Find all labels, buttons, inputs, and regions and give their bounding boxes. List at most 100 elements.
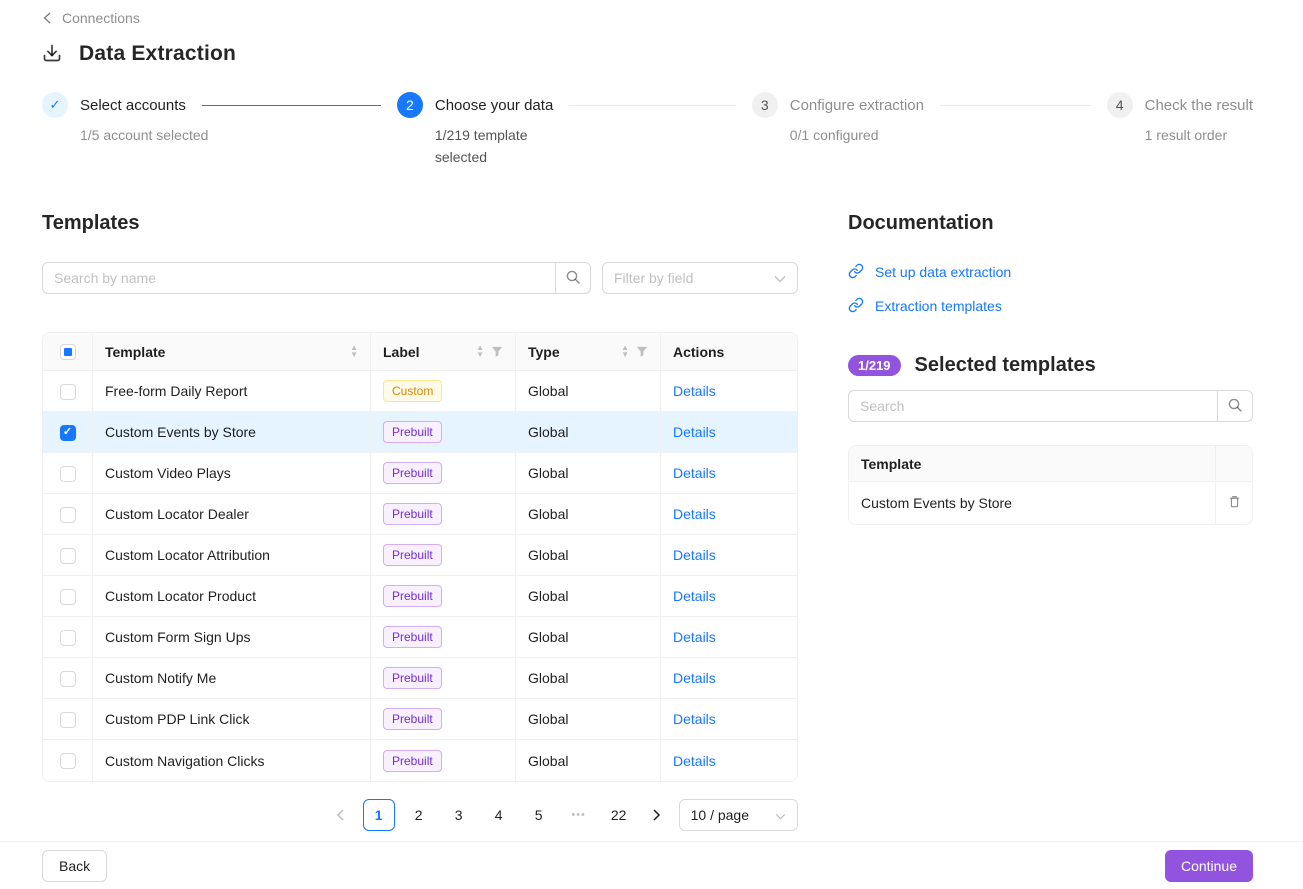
- column-label: Type: [528, 344, 560, 360]
- pagination-ellipsis[interactable]: •••: [563, 799, 595, 831]
- pagination-page[interactable]: 3: [443, 799, 475, 831]
- select-all-checkbox[interactable]: [60, 344, 76, 360]
- templates-search-input[interactable]: [42, 262, 555, 294]
- step-title: Select accounts: [80, 97, 186, 114]
- pagination-page[interactable]: 22: [603, 799, 635, 831]
- details-link[interactable]: Details: [673, 588, 716, 604]
- step-title: Configure extraction: [790, 97, 924, 114]
- template-type: Global: [516, 494, 661, 535]
- details-link[interactable]: Details: [673, 629, 716, 645]
- templates-search-button[interactable]: [555, 262, 591, 294]
- details-link[interactable]: Details: [673, 670, 716, 686]
- pagination-page[interactable]: 1: [363, 799, 395, 831]
- pagination-page[interactable]: 5: [523, 799, 555, 831]
- filter-placeholder: Filter by field: [614, 270, 693, 286]
- row-checkbox[interactable]: [60, 671, 76, 687]
- table-row[interactable]: Custom PDP Link Click Prebuilt Global De…: [43, 699, 798, 740]
- table-row[interactable]: Custom Video Plays Prebuilt Global Detai…: [43, 453, 798, 494]
- details-link[interactable]: Details: [673, 506, 716, 522]
- step-connector: [569, 105, 735, 106]
- row-checkbox[interactable]: [60, 466, 76, 482]
- breadcrumb-label: Connections: [62, 10, 140, 26]
- row-checkbox[interactable]: [60, 753, 76, 769]
- template-type: Global: [516, 371, 661, 412]
- row-checkbox[interactable]: [60, 384, 76, 400]
- row-checkbox[interactable]: [60, 589, 76, 605]
- table-row[interactable]: Custom Navigation Clicks Prebuilt Global…: [43, 740, 798, 781]
- chevron-down-icon: [774, 270, 786, 286]
- template-name: Custom Locator Attribution: [93, 535, 371, 576]
- details-link[interactable]: Details: [673, 465, 716, 481]
- step-description: 1/5 account selected: [80, 124, 397, 146]
- label-tag: Prebuilt: [383, 544, 442, 566]
- pagination-page[interactable]: 4: [483, 799, 515, 831]
- step-configure-extraction[interactable]: 3 Configure extraction 0/1 configured: [752, 92, 1107, 168]
- wizard-footer: Back Continue: [0, 841, 1303, 889]
- step-choose-data[interactable]: 2 Choose your data 1/219 template select…: [397, 92, 752, 168]
- pagination-prev[interactable]: [327, 799, 355, 831]
- column-header-template[interactable]: Template ▲▼: [93, 333, 371, 371]
- row-checkbox[interactable]: [60, 507, 76, 523]
- template-name: Custom Events by Store: [93, 412, 371, 453]
- sort-icon[interactable]: ▲▼: [621, 345, 629, 358]
- row-checkbox[interactable]: [60, 425, 76, 441]
- selected-search-input[interactable]: [848, 390, 1217, 422]
- details-link[interactable]: Details: [673, 711, 716, 727]
- template-type: Global: [516, 453, 661, 494]
- table-row[interactable]: Custom Locator Dealer Prebuilt Global De…: [43, 494, 798, 535]
- table-row[interactable]: Custom Events by Store Prebuilt Global D…: [43, 412, 798, 453]
- documentation-heading: Documentation: [848, 212, 1253, 235]
- table-row[interactable]: Custom Notify Me Prebuilt Global Details: [43, 658, 798, 699]
- download-icon: [42, 43, 62, 66]
- sort-icon[interactable]: ▲▼: [350, 345, 358, 358]
- column-header-type[interactable]: Type ▲▼: [516, 333, 661, 371]
- row-checkbox[interactable]: [60, 548, 76, 564]
- page-size-select[interactable]: 10 / page: [679, 799, 798, 831]
- template-name: Custom Locator Dealer: [93, 494, 371, 535]
- pagination-next[interactable]: [643, 799, 671, 831]
- row-checkbox[interactable]: [60, 712, 76, 728]
- selected-search-button[interactable]: [1217, 390, 1253, 422]
- label-tag: Prebuilt: [383, 626, 442, 648]
- table-row[interactable]: Free-form Daily Report Custom Global Det…: [43, 371, 798, 412]
- column-header-label[interactable]: Label ▲▼: [371, 333, 516, 371]
- selected-column-actions: [1215, 446, 1252, 481]
- selected-templates-search: [848, 390, 1253, 422]
- details-link[interactable]: Details: [673, 383, 716, 399]
- label-tag: Prebuilt: [383, 421, 442, 443]
- selected-column-template: Template: [849, 446, 1215, 481]
- sort-icon[interactable]: ▲▼: [476, 345, 484, 358]
- step-check-result[interactable]: 4 Check the result 1 result order: [1107, 92, 1253, 168]
- doc-link-label: Extraction templates: [875, 298, 1002, 314]
- table-row[interactable]: Custom Locator Product Prebuilt Global D…: [43, 576, 798, 617]
- filter-funnel-icon[interactable]: [636, 346, 648, 358]
- template-name: Custom Form Sign Ups: [93, 617, 371, 658]
- column-label: Template: [105, 344, 165, 360]
- table-row[interactable]: Custom Form Sign Ups Prebuilt Global Det…: [43, 617, 798, 658]
- details-link[interactable]: Details: [673, 424, 716, 440]
- step-select-accounts[interactable]: ✓ Select accounts 1/5 account selected: [42, 92, 397, 168]
- row-checkbox[interactable]: [60, 630, 76, 646]
- filter-by-field-select[interactable]: Filter by field: [602, 262, 798, 294]
- details-link[interactable]: Details: [673, 547, 716, 563]
- filter-funnel-icon[interactable]: [491, 346, 503, 358]
- trash-icon: [1227, 494, 1242, 512]
- delete-button[interactable]: [1215, 482, 1252, 524]
- templates-table: Template ▲▼ Label ▲▼: [42, 332, 798, 782]
- back-button[interactable]: Back: [42, 850, 107, 882]
- details-link[interactable]: Details: [673, 753, 716, 769]
- doc-link-setup[interactable]: Set up data extraction: [848, 262, 1253, 282]
- template-type: Global: [516, 412, 661, 453]
- page-size-value: 10 / page: [691, 807, 749, 823]
- data-extraction-page: Connections Data Extraction ✓ Select acc…: [0, 0, 1303, 831]
- label-tag: Prebuilt: [383, 462, 442, 484]
- breadcrumb-back[interactable]: Connections: [42, 10, 140, 26]
- step-description: 0/1 configured: [790, 124, 1107, 146]
- pagination: 12345•••22 10 / page: [42, 799, 798, 831]
- doc-link-templates[interactable]: Extraction templates: [848, 296, 1253, 316]
- selected-table-header: Template: [849, 446, 1252, 482]
- pagination-page[interactable]: 2: [403, 799, 435, 831]
- table-row[interactable]: Custom Locator Attribution Prebuilt Glob…: [43, 535, 798, 576]
- continue-button[interactable]: Continue: [1165, 850, 1253, 882]
- selected-table-body: Custom Events by Store: [849, 482, 1252, 524]
